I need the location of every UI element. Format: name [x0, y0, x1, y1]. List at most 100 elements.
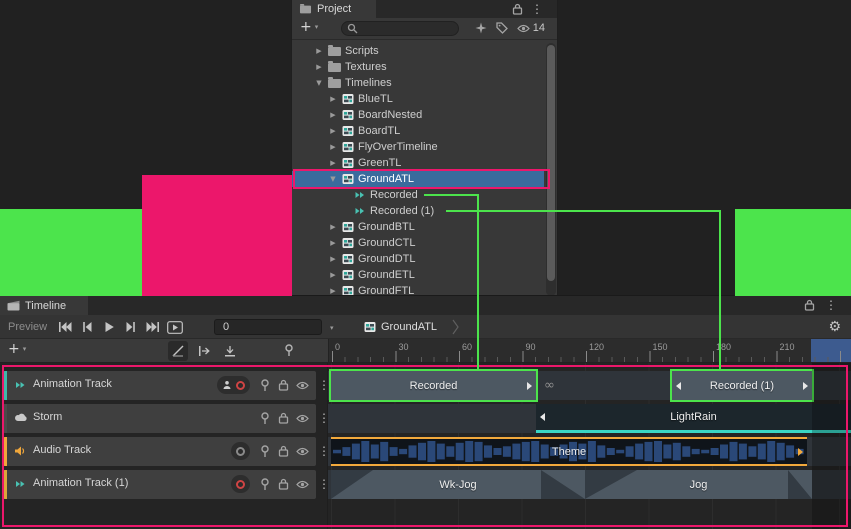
tree-item-label: GroundDTL	[358, 253, 415, 265]
tree-item-label: Scripts	[345, 45, 379, 57]
tab-timeline-label: Timeline	[25, 300, 66, 312]
dropdown-arrow-icon: ▾	[315, 23, 319, 31]
tree-item-groundetl[interactable]: ▶ GroundETL	[292, 267, 544, 283]
foldout-icon[interactable]: ▶	[328, 159, 338, 167]
tree-item-flyovertimeline[interactable]: ▶ FlyOverTimeline	[292, 139, 544, 155]
add-track-button[interactable]: + ▾	[8, 342, 26, 356]
project-window: Project ⋮ + ▾ 14 ▶	[292, 0, 557, 298]
preview-toggle[interactable]: Preview	[8, 321, 47, 333]
tree-item-label: Timelines	[345, 77, 392, 89]
goto-start-button[interactable]	[54, 315, 76, 339]
tree-item-recorded[interactable]: Recorded	[292, 187, 544, 203]
ruler-label: 60	[462, 342, 472, 352]
tree-item-label: Recorded	[370, 189, 418, 201]
plus-icon: +	[8, 342, 20, 356]
tree-item-grounddtl[interactable]: ▶ GroundDTL	[292, 251, 544, 267]
timeline-tabbar: Timeline ⋮	[0, 296, 851, 315]
window-menu-icon[interactable]: ⋮	[825, 298, 837, 312]
ruler-label: 120	[589, 342, 604, 352]
goto-end-button[interactable]	[142, 315, 164, 339]
previous-frame-icon	[81, 321, 93, 333]
tree-item-label: BlueTL	[358, 93, 393, 105]
timeline-asset-icon	[342, 237, 354, 249]
tree-item-label: GroundETL	[358, 269, 415, 281]
goto-end-icon	[146, 321, 160, 333]
foldout-icon[interactable]: ▶	[328, 287, 338, 295]
tree-item-groundctl[interactable]: ▶ GroundCTL	[292, 235, 544, 251]
search-input[interactable]	[341, 21, 459, 36]
previous-frame-button[interactable]	[76, 315, 98, 339]
foldout-icon[interactable]: ▼	[314, 79, 324, 87]
folder-icon	[328, 79, 341, 88]
ripple-mode-button[interactable]	[194, 341, 214, 361]
play-button[interactable]	[98, 315, 120, 339]
foldout-icon[interactable]: ▶	[328, 255, 338, 263]
foldout-icon[interactable]: ▶	[314, 47, 324, 55]
plus-icon: +	[300, 20, 312, 34]
timeline-asset-icon	[342, 141, 354, 153]
timeline-toolbar: Preview 0 ▾ GroundATL ⚙	[0, 315, 851, 339]
foldout-icon[interactable]: ▶	[328, 271, 338, 279]
tree-item-textures[interactable]: ▶ Textures	[292, 59, 544, 75]
frame-options-dropdown[interactable]: ▾	[330, 324, 334, 332]
timeline-asset-icon	[342, 221, 354, 233]
hidden-count-toggle[interactable]: 14	[517, 22, 545, 34]
tree-item-timelines[interactable]: ▼ Timelines	[292, 75, 544, 91]
tree-item-boardtl[interactable]: ▶ BoardTL	[292, 123, 544, 139]
breadcrumb-label: GroundATL	[381, 321, 437, 333]
breadcrumb[interactable]: GroundATL	[364, 318, 437, 336]
animation-clip-icon	[354, 205, 366, 217]
timeline-asset-icon	[342, 157, 354, 169]
foldout-icon[interactable]: ▶	[328, 127, 338, 135]
foldout-icon[interactable]: ▶	[314, 63, 324, 71]
tree-item-label: Recorded (1)	[370, 205, 434, 217]
tree-item-scripts[interactable]: ▶ Scripts	[292, 43, 544, 59]
next-frame-button[interactable]	[120, 315, 142, 339]
dropdown-arrow-icon: ▾	[23, 345, 27, 353]
mix-mode-button[interactable]	[168, 341, 188, 361]
time-ruler[interactable]: 0 30 60 90 120 150 180 210	[328, 339, 851, 362]
annotation-pink-rect	[142, 175, 292, 296]
search-by-type-icon[interactable]	[475, 22, 487, 34]
folder-icon	[328, 63, 341, 72]
tree-item-boardnested[interactable]: ▶ BoardNested	[292, 107, 544, 123]
create-asset-button[interactable]: + ▾	[300, 20, 318, 34]
annotation-pink-outline-timeline	[2, 365, 848, 527]
ruler-label: 90	[526, 342, 536, 352]
tree-item-label: BoardTL	[358, 125, 400, 137]
play-range-button[interactable]	[164, 315, 186, 339]
foldout-icon[interactable]: ▶	[328, 239, 338, 247]
window-menu-icon[interactable]: ⋮	[531, 2, 543, 16]
tree-item-label: BoardNested	[358, 109, 422, 121]
search-icon	[347, 23, 358, 34]
settings-gear-icon[interactable]: ⚙	[828, 319, 841, 335]
foldout-icon[interactable]: ▶	[328, 143, 338, 151]
marker-pin-icon[interactable]	[284, 344, 294, 357]
tree-item-bluetl[interactable]: ▶ BlueTL	[292, 91, 544, 107]
tree-item-label: GroundCTL	[358, 237, 415, 249]
tab-project[interactable]: Project	[292, 0, 376, 18]
search-by-label-icon[interactable]	[496, 22, 508, 34]
lock-icon[interactable]	[804, 299, 815, 311]
foldout-icon[interactable]: ▶	[328, 111, 338, 119]
tab-project-label: Project	[317, 3, 351, 15]
frame-field[interactable]: 0	[214, 319, 322, 335]
hidden-count-label: 14	[533, 22, 545, 34]
tree-item-groundbtl[interactable]: ▶ GroundBTL	[292, 219, 544, 235]
replace-mode-button[interactable]	[220, 341, 240, 361]
animation-clip-icon	[354, 189, 366, 201]
scrollbar-thumb[interactable]	[547, 45, 555, 281]
play-icon	[103, 321, 115, 333]
ruler-major-ticks	[332, 351, 851, 362]
mix-mode-icon	[171, 344, 185, 358]
next-frame-icon	[125, 321, 137, 333]
frame-value: 0	[223, 321, 229, 333]
tree-item-label: GreenTL	[358, 157, 401, 169]
eye-icon	[517, 24, 530, 33]
tree-item-label: GroundBTL	[358, 221, 415, 233]
tab-timeline[interactable]: Timeline	[0, 296, 88, 315]
foldout-icon[interactable]: ▶	[328, 223, 338, 231]
project-tabbar: Project ⋮	[292, 0, 557, 18]
foldout-icon[interactable]: ▶	[328, 95, 338, 103]
lock-icon[interactable]	[512, 3, 523, 15]
